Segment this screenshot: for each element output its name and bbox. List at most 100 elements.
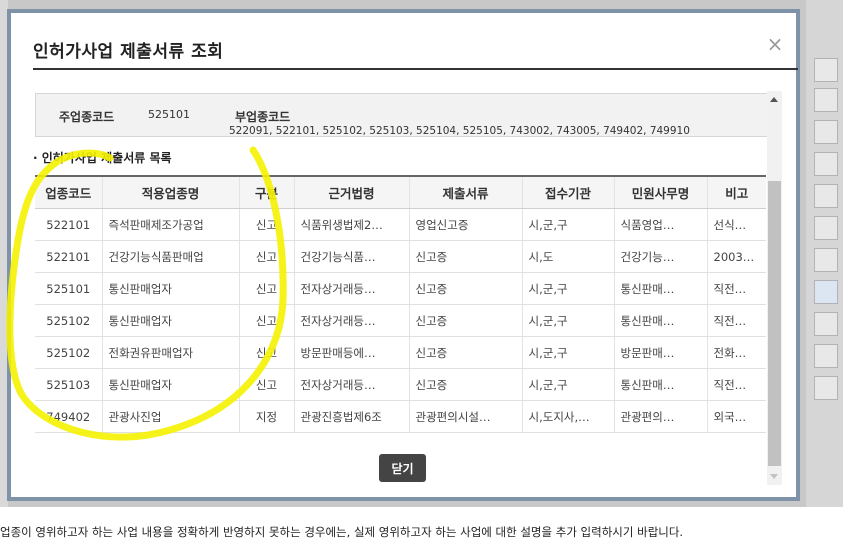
table-cell: 신고증 [408, 368, 522, 401]
background-field [814, 152, 838, 176]
table-cell: 전자상거래등… [293, 304, 409, 337]
table-row[interactable]: 749402 관광사진업 지정 관광진흥법제6조 관광편의시설… 시,도지사,… 관광편의…… [35, 400, 766, 433]
table-cell: 통신판매… [613, 368, 707, 401]
close-icon[interactable]: × [766, 34, 784, 54]
table-cell: 시,군,구 [521, 336, 614, 369]
background-field [814, 120, 838, 144]
column-header: 업종코드 [35, 175, 102, 209]
table-cell: 신고증 [408, 336, 522, 369]
table-cell: 전화… [706, 336, 766, 369]
column-header: 제출서류 [408, 175, 522, 209]
title-divider [33, 68, 798, 70]
table-cell: 신고 [238, 272, 294, 305]
section-title: · 인허가사업 제출서류 목록 [33, 151, 172, 165]
table-cell: 직전… [706, 368, 766, 401]
scrollbar-thumb[interactable] [768, 181, 781, 466]
table-cell: 신고 [238, 208, 294, 241]
table-cell: 통신판매업자 [101, 368, 239, 401]
scroll-up-arrow-icon[interactable] [770, 97, 778, 102]
documents-table: 업종코드 적용업종명 구분 근거법령 제출서류 접수기관 민원사무명 비고 52… [35, 175, 766, 433]
background-field [814, 312, 838, 336]
table-cell: 식품위생법제2… [293, 208, 409, 241]
table-cell: 신고 [238, 336, 294, 369]
table-cell: 직전… [706, 304, 766, 337]
background-field [814, 376, 838, 400]
table-cell: 영업신고증 [408, 208, 522, 241]
table-cell: 시,군,구 [521, 208, 614, 241]
table-cell: 방문판매등에… [293, 336, 409, 369]
table-cell: 시,군,구 [521, 368, 614, 401]
table-row[interactable]: 525103 통신판매업자 신고 전자상거래등… 신고증 시,군,구 통신판매… 직전… [35, 368, 766, 401]
table-cell: 건강기능식품… [293, 240, 409, 273]
modal-title: 인허가사업 제출서류 조회 [33, 42, 224, 62]
table-cell: 525102 [35, 336, 102, 369]
table-cell: 관광편의시설… [408, 400, 522, 433]
table-row[interactable]: 522101 즉석판매제조가공업 신고 식품위생법제2… 영업신고증 시,군,구 식품영업…… [35, 208, 766, 241]
table-cell: 522101 [35, 240, 102, 273]
table-cell: 전화권유판매업자 [101, 336, 239, 369]
column-header: 비고 [706, 175, 766, 209]
table-cell: 관광사진업 [101, 400, 239, 433]
table-cell: 선식… [706, 208, 766, 241]
column-header: 구분 [238, 175, 294, 209]
background-field [814, 280, 838, 304]
table-cell: 통신판매업자 [101, 272, 239, 305]
table-cell: 시,군,구 [521, 304, 614, 337]
table-row[interactable]: 525102 전화권유판매업자 신고 방문판매등에… 신고증 시,군,구 방문판매… 전화… [35, 336, 766, 369]
close-button[interactable]: 닫기 [379, 454, 426, 482]
column-header: 근거법령 [293, 175, 409, 209]
permit-documents-modal: 인허가사업 제출서류 조회 × 주업종코드 525101 부업종코드 52209… [7, 9, 800, 501]
table-cell: 통신판매업자 [101, 304, 239, 337]
table-cell: 통신판매… [613, 304, 707, 337]
background-field [814, 88, 838, 112]
industry-code-box: 주업종코드 525101 부업종코드 522091, 522101, 52510… [35, 93, 768, 137]
table-cell: 시,도 [521, 240, 614, 273]
table-cell: 시,도지사,… [521, 400, 614, 433]
scroll-down-arrow-icon[interactable] [770, 474, 778, 479]
sub-code-label: 부업종코드 [235, 110, 291, 124]
background-right-strip [806, 0, 843, 549]
background-field [814, 216, 838, 240]
table-cell: 신고 [238, 368, 294, 401]
table-cell: 시,군,구 [521, 272, 614, 305]
table-cell: 525101 [35, 272, 102, 305]
table-cell: 외국… [706, 400, 766, 433]
background-field [814, 344, 838, 368]
table-cell: 525103 [35, 368, 102, 401]
table-cell: 전자상거래등… [293, 272, 409, 305]
table-row[interactable]: 522101 건강기능식품판매업 신고 건강기능식품… 신고증 시,도 건강기능… 2003… [35, 240, 766, 273]
table-cell: 지정 [238, 400, 294, 433]
background-field [814, 248, 838, 272]
table-cell: 전자상거래등… [293, 368, 409, 401]
column-header: 민원사무명 [613, 175, 707, 209]
table-cell: 건강기능… [613, 240, 707, 273]
table-cell: 신고증 [408, 240, 522, 273]
table-cell: 신고증 [408, 272, 522, 305]
modal-scrollbar[interactable] [767, 91, 782, 485]
table-cell: 건강기능식품판매업 [101, 240, 239, 273]
table-cell: 직전… [706, 272, 766, 305]
table-cell: 식품영업… [613, 208, 707, 241]
table-body: 522101 즉석판매제조가공업 신고 식품위생법제2… 영업신고증 시,군,구 식품영업…… [35, 208, 766, 433]
background-field [814, 58, 838, 82]
main-code-value: 525101 [148, 108, 190, 121]
background-footer-text: 업종이 영위하고자 하는 사업 내용을 정확하게 반영하지 못하는 경우에는, … [0, 525, 684, 539]
table-cell: 방문판매… [613, 336, 707, 369]
column-header: 적용업종명 [101, 175, 239, 209]
table-header-row: 업종코드 적용업종명 구분 근거법령 제출서류 접수기관 민원사무명 비고 [35, 175, 766, 209]
main-code-label: 주업종코드 [59, 110, 115, 124]
table-cell: 관광편의… [613, 400, 707, 433]
column-header: 접수기관 [521, 175, 614, 209]
background-field [814, 184, 838, 208]
table-cell: 신고증 [408, 304, 522, 337]
table-cell: 2003… [706, 240, 766, 273]
modal-scroll-area: 주업종코드 525101 부업종코드 522091, 522101, 52510… [33, 91, 773, 485]
table-row[interactable]: 525102 통신판매업자 신고 전자상거래등… 신고증 시,군,구 통신판매… 직전… [35, 304, 766, 337]
table-cell: 749402 [35, 400, 102, 433]
table-cell: 신고 [238, 304, 294, 337]
table-cell: 즉석판매제조가공업 [101, 208, 239, 241]
table-cell: 신고 [238, 240, 294, 273]
table-cell: 관광진흥법제6조 [293, 400, 409, 433]
table-cell: 522101 [35, 208, 102, 241]
table-row[interactable]: 525101 통신판매업자 신고 전자상거래등… 신고증 시,군,구 통신판매… 직전… [35, 272, 766, 305]
